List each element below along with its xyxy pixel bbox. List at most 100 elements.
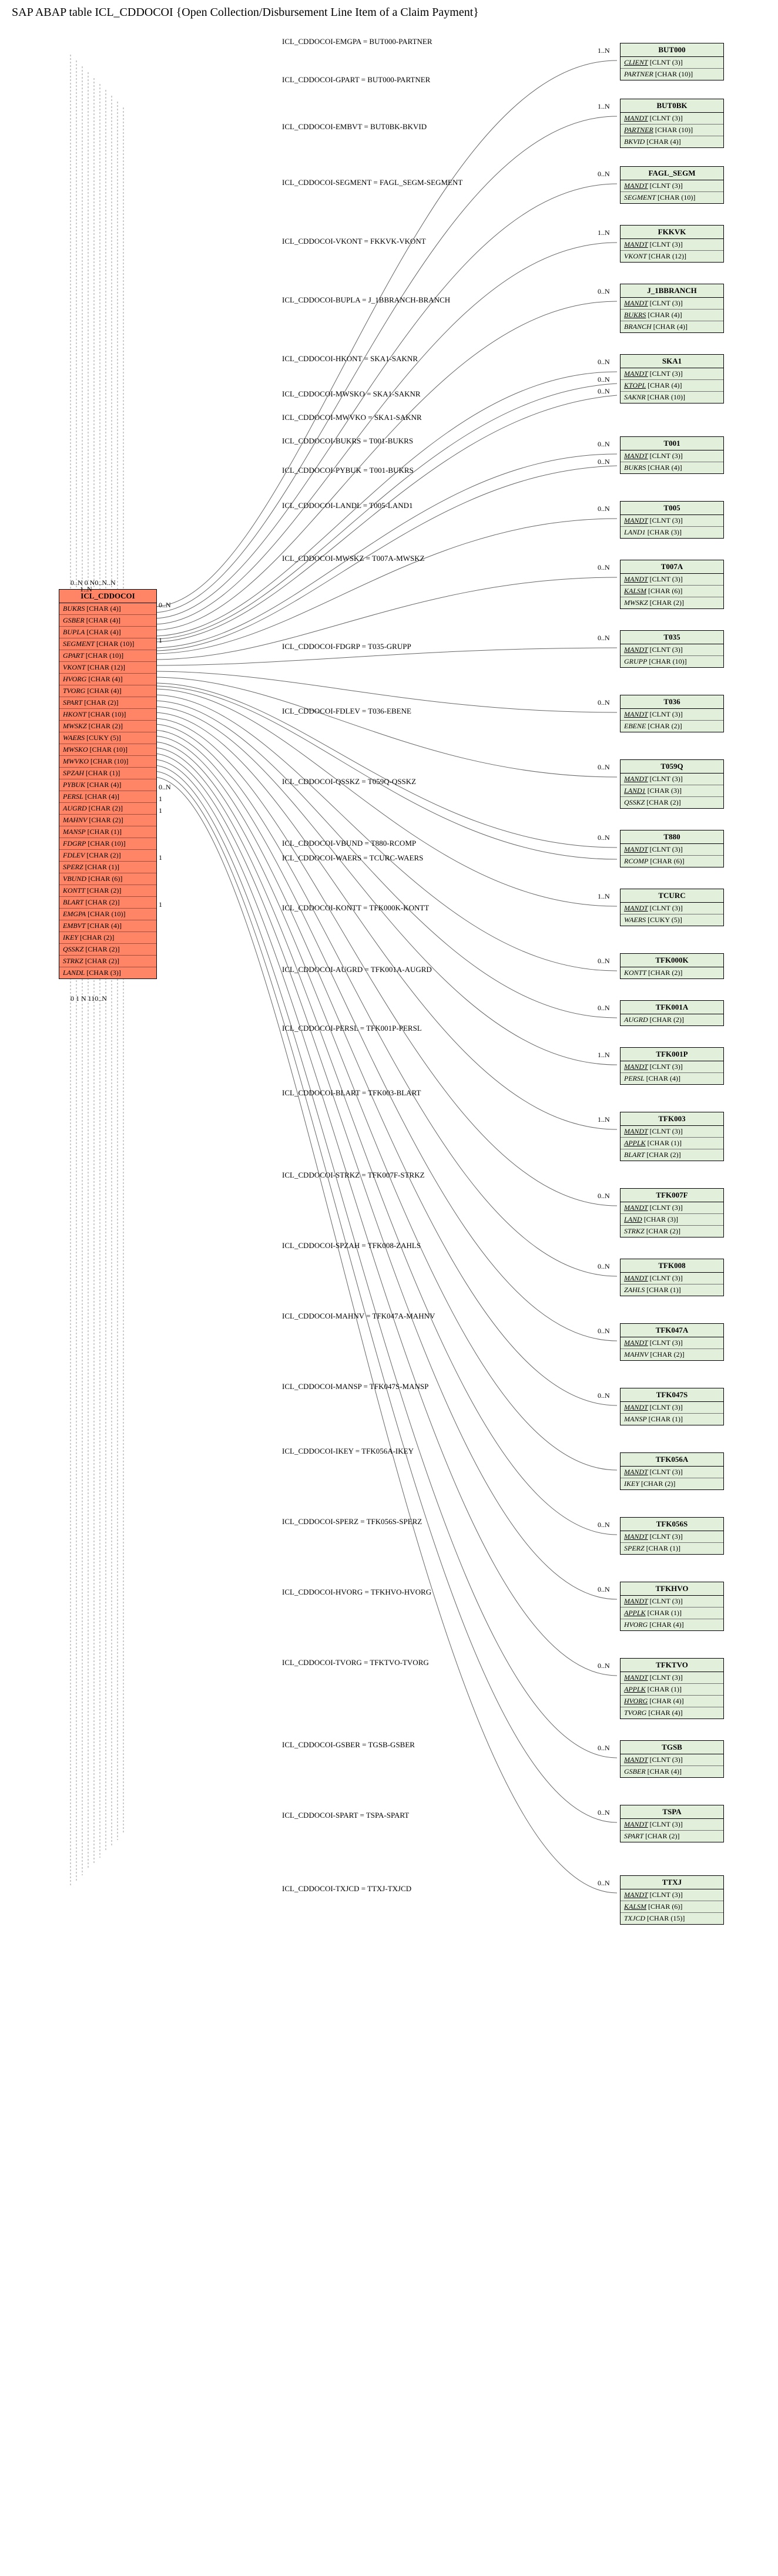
source-field: BUKRS [CHAR (4)] [59,603,156,615]
target-table-header: BUT0BK [621,99,723,113]
target-field: LAND [CHAR (3)] [621,1214,723,1226]
target-field: SAKNR [CHAR (10)] [621,392,723,403]
cardinality-right: 0..N [598,1662,610,1670]
relationship-label: ICL_CDDOCOI-TXJCD = TTXJ-TXJCD [282,1884,411,1894]
target-field: MANDT [CLNT (3)] [621,239,723,251]
target-table-t880: T880MANDT [CLNT (3)]RCOMP [CHAR (6)] [620,830,724,867]
relationship-label: ICL_CDDOCOI-MWVKO = SKA1-SAKNR [282,413,422,422]
source-field: IKEY [CHAR (2)] [59,932,156,944]
target-field: PERSL [CHAR (4)] [621,1073,723,1084]
relationship-label: ICL_CDDOCOI-BUPLA = J_1BBRANCH-BRANCH [282,295,450,305]
target-table-header: T007A [621,560,723,574]
target-table-tfk056a: TFK056AMANDT [CLNT (3)]IKEY [CHAR (2)] [620,1452,724,1490]
target-field: BUKRS [CHAR (4)] [621,310,723,321]
target-field: MANSP [CHAR (1)] [621,1414,723,1425]
target-table-header: TFKHVO [621,1582,723,1596]
target-table-header: TFK001P [621,1048,723,1061]
cardinality-right: 0..N [598,634,610,643]
target-table-fkkvk: FKKVKMANDT [CLNT (3)]VKONT [CHAR (12)] [620,225,724,263]
page-title: SAP ABAP table ICL_CDDOCOI {Open Collect… [0,0,778,19]
source-field: SPART [CHAR (2)] [59,697,156,709]
diagram-canvas: ICL_CDDOCOI BUKRS [CHAR (4)]GSBER [CHAR … [0,19,778,2568]
target-field: PARTNER [CHAR (10)] [621,125,723,136]
source-field: LANDL [CHAR (3)] [59,967,156,978]
target-field: MANDT [CLNT (3)] [621,368,723,380]
target-table-header: T059Q [621,760,723,774]
target-table-header: SKA1 [621,355,723,368]
target-field: MWSKZ [CHAR (2)] [621,597,723,608]
relationship-label: ICL_CDDOCOI-SPZAH = TFK008-ZAHLS [282,1241,421,1250]
relationship-label: ICL_CDDOCOI-GPART = BUT000-PARTNER [282,75,430,85]
target-table-fagl_segm: FAGL_SEGMMANDT [CLNT (3)]SEGMENT [CHAR (… [620,166,724,204]
relationship-label: ICL_CDDOCOI-GSBER = TGSB-GSBER [282,1740,415,1750]
target-table-header: TFK007F [621,1189,723,1202]
target-table-ttxj: TTXJMANDT [CLNT (3)]KALSM [CHAR (6)]TXJC… [620,1875,724,1925]
source-field: MWVKO [CHAR (10)] [59,756,156,768]
target-table-tspa: TSPAMANDT [CLNT (3)]SPART [CHAR (2)] [620,1805,724,1842]
relationship-label: ICL_CDDOCOI-BUKRS = T001-BUKRS [282,436,413,446]
target-field: QSSKZ [CHAR (2)] [621,797,723,808]
target-table-j_1bbranch: J_1BBRANCHMANDT [CLNT (3)]BUKRS [CHAR (4… [620,284,724,333]
cardinality-right: 0..N [598,458,610,466]
source-cardinality-1-d: 1 [159,900,162,909]
target-table-header: T001 [621,437,723,450]
target-table-tfkhvo: TFKHVOMANDT [CLNT (3)]APPLK [CHAR (1)]HV… [620,1582,724,1631]
relationship-label: ICL_CDDOCOI-SPART = TSPA-SPART [282,1811,409,1820]
source-field: VBUND [CHAR (6)] [59,873,156,885]
target-table-tfktvo: TFKTVOMANDT [CLNT (3)]APPLK [CHAR (1)]HV… [620,1658,724,1719]
source-cardinality-mid: 1..N [80,585,92,594]
target-field: MANDT [CLNT (3)] [621,774,723,785]
relationship-label: ICL_CDDOCOI-MAHNV = TFK047A-MAHNV [282,1311,435,1321]
relationship-label: ICL_CDDOCOI-LANDL = T005-LAND1 [282,501,413,510]
cardinality-right: 0..N [598,1585,610,1594]
relationship-label: ICL_CDDOCOI-WAERS = TCURC-WAERS [282,853,423,863]
target-field: KALSM [CHAR (6)] [621,586,723,597]
cardinality-right: 0..N [598,170,610,179]
target-field: MANDT [CLNT (3)] [621,113,723,125]
source-field: QSSKZ [CHAR (2)] [59,944,156,956]
target-field: VKONT [CHAR (12)] [621,251,723,262]
source-field: WAERS [CUKY (5)] [59,732,156,744]
target-field: IKEY [CHAR (2)] [621,1478,723,1489]
target-field: MANDT [CLNT (3)] [621,298,723,310]
target-field: APPLK [CHAR (1)] [621,1684,723,1696]
source-field: PYBUK [CHAR (4)] [59,779,156,791]
target-field: GSBER [CHAR (4)] [621,1766,723,1777]
target-field: PARTNER [CHAR (10)] [621,69,723,80]
cardinality-right: 0..N [598,1192,610,1200]
target-table-t059q: T059QMANDT [CLNT (3)]LAND1 [CHAR (3)]QSS… [620,759,724,809]
source-field: MANSP [CHAR (1)] [59,826,156,838]
target-table-header: TFK001A [621,1001,723,1014]
cardinality-right: 1..N [598,228,610,237]
target-table-header: TFKTVO [621,1659,723,1672]
target-field: HVORG [CHAR (4)] [621,1696,723,1707]
relationship-label: ICL_CDDOCOI-MWSKO = SKA1-SAKNR [282,389,421,399]
target-table-header: TFK000K [621,954,723,967]
source-field: KONTT [CHAR (2)] [59,885,156,897]
cardinality-right: 0..N [598,287,610,296]
cardinality-right: 1..N [598,892,610,901]
source-field: PERSL [CHAR (4)] [59,791,156,803]
target-field: MANDT [CLNT (3)] [621,1467,723,1478]
target-table-header: TGSB [621,1741,723,1754]
target-table-header: TFK056S [621,1518,723,1531]
source-field: MAHNV [CHAR (2)] [59,815,156,826]
source-field: GSBER [CHAR (4)] [59,615,156,627]
relationship-label: ICL_CDDOCOI-SPERZ = TFK056S-SPERZ [282,1517,422,1526]
source-field: SPZAH [CHAR (1)] [59,768,156,779]
source-field: MWSKZ [CHAR (2)] [59,721,156,732]
target-field: MANDT [CLNT (3)] [621,1754,723,1766]
source-field: SPERZ [CHAR (1)] [59,862,156,873]
target-table-tfk047a: TFK047AMANDT [CLNT (3)]MAHNV [CHAR (2)] [620,1323,724,1361]
target-table-header: FAGL_SEGM [621,167,723,180]
source-field: TVORG [CHAR (4)] [59,685,156,697]
source-field: FDGRP [CHAR (10)] [59,838,156,850]
cardinality-right: 0..N [598,1391,610,1400]
target-field: SPART [CHAR (2)] [621,1831,723,1842]
target-field: TVORG [CHAR (4)] [621,1707,723,1719]
target-field: MANDT [CLNT (3)] [621,1889,723,1901]
relationship-label: ICL_CDDOCOI-PERSL = TFK001P-PERSL [282,1024,422,1033]
relationship-label: ICL_CDDOCOI-HKONT = SKA1-SAKNR [282,354,418,364]
target-table-tfk056s: TFK056SMANDT [CLNT (3)]SPERZ [CHAR (1)] [620,1517,724,1555]
relationship-label: ICL_CDDOCOI-MANSP = TFK047S-MANSP [282,1382,428,1391]
